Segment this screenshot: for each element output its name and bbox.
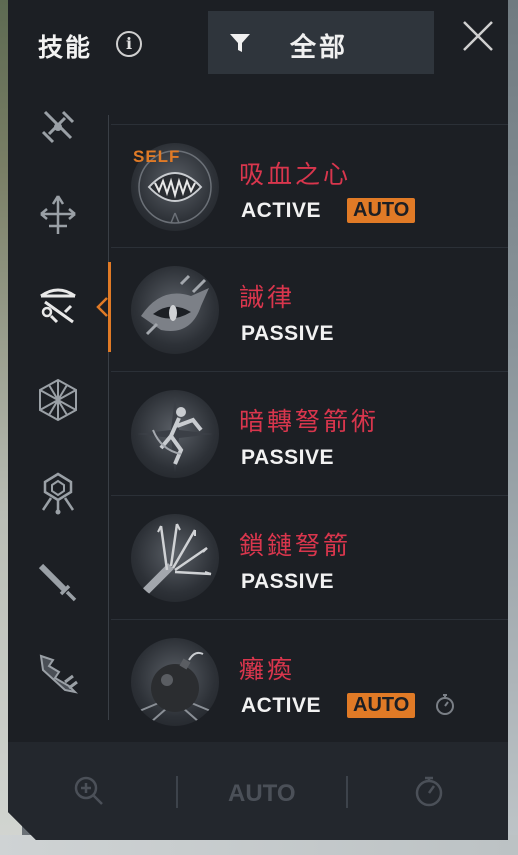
skill-type: PASSIVE (241, 446, 334, 469)
sidebar-divider (108, 115, 109, 720)
skill-name: 誡律 (239, 284, 296, 312)
category-crest[interactable] (28, 463, 88, 523)
footer-divider (176, 776, 178, 808)
sword-icon (35, 560, 81, 606)
close-icon[interactable] (460, 18, 496, 54)
skill-name: 癱瘓 (239, 656, 296, 684)
skill-name: 鎖鏈弩箭 (239, 532, 352, 560)
auto-toggle-button[interactable]: AUTO (228, 780, 296, 808)
panel-header: 技能 i 全部 (8, 0, 508, 95)
category-sword[interactable] (28, 553, 88, 613)
info-icon[interactable]: i (116, 31, 142, 57)
category-crossbow[interactable] (28, 275, 88, 335)
category-broken-blade[interactable] (28, 643, 88, 703)
skill-name: 吸血之心 (239, 161, 352, 189)
skill-list: SELF 吸血之心 ACTIVE AUTO 誡律 PASSIVE 暗轉弩箭術 P… (111, 124, 508, 744)
crossbow-icon (35, 282, 81, 328)
bomb-icon (131, 638, 219, 726)
skill-row[interactable]: 誡律 PASSIVE (111, 248, 508, 372)
funnel-icon (228, 31, 252, 55)
category-sidebar (8, 95, 108, 720)
category-crossed-blades[interactable] (28, 97, 88, 157)
skill-row[interactable]: 癱瘓 ACTIVE AUTO (111, 620, 508, 744)
archer-silhouette-icon (131, 390, 219, 478)
skill-name: 暗轉弩箭術 (239, 408, 380, 436)
dragon-eye-icon (131, 266, 219, 354)
filter-label: 全部 (290, 32, 349, 62)
zoom-in-icon[interactable] (72, 774, 106, 808)
skill-type: PASSIVE (241, 570, 334, 593)
skill-row[interactable]: 暗轉弩箭術 PASSIVE (111, 372, 508, 496)
crossed-blades-icon (35, 104, 81, 150)
skill-type: ACTIVE (241, 199, 322, 222)
panel-title: 技能 (38, 34, 93, 62)
active-category-arrow-icon (96, 297, 108, 317)
skill-panel: 技能 i 全部 SELF 吸血之心 ACTIVE AUTO 誡律 PASSIVE… (8, 0, 508, 840)
stopwatch-icon[interactable] (433, 692, 457, 716)
crest-icon (35, 470, 81, 516)
skill-type: PASSIVE (241, 322, 334, 345)
auto-badge[interactable]: AUTO (347, 198, 415, 223)
skill-row[interactable]: 鎖鏈弩箭 PASSIVE (111, 496, 508, 620)
polyhedron-icon (35, 377, 81, 423)
arrows-icon (35, 192, 81, 238)
skill-row[interactable]: SELF 吸血之心 ACTIVE AUTO (111, 124, 508, 248)
panel-footer: AUTO (8, 742, 508, 840)
self-tag: SELF (133, 147, 181, 166)
bolt-volley-icon (131, 514, 219, 602)
stopwatch-icon[interactable] (412, 774, 446, 808)
category-arrows[interactable] (28, 185, 88, 245)
category-polyhedron[interactable] (28, 370, 88, 430)
auto-badge[interactable]: AUTO (347, 693, 415, 718)
footer-divider (346, 776, 348, 808)
skill-type: ACTIVE (241, 694, 322, 717)
filter-button[interactable]: 全部 (208, 11, 434, 74)
broken-blade-icon (35, 650, 81, 696)
